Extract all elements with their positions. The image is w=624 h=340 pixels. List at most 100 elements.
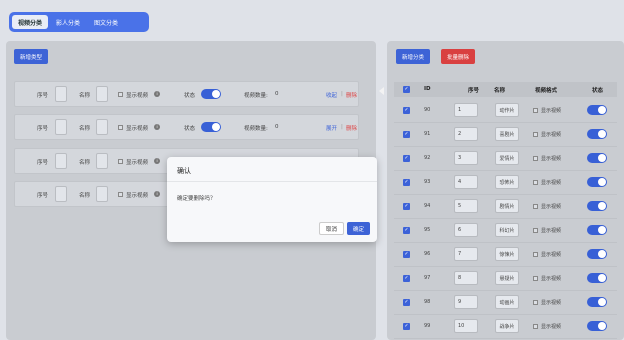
seq-input[interactable]: 10 <box>454 319 478 333</box>
show-video-checkbox[interactable] <box>118 159 123 164</box>
delete-link[interactable]: 删除 <box>346 91 357 99</box>
seq-input[interactable]: 5 <box>454 199 478 213</box>
collapse-link[interactable]: 收起 <box>326 91 337 99</box>
row-checkbox[interactable]: ✓ <box>403 275 410 282</box>
name-input[interactable]: 爱情片 <box>495 151 519 165</box>
status-toggle[interactable] <box>587 201 607 211</box>
status-toggle[interactable] <box>201 122 221 132</box>
seq-input[interactable] <box>55 153 67 169</box>
display-video-checkbox[interactable] <box>533 228 538 233</box>
name-input[interactable]: 战争片 <box>495 319 519 333</box>
name-value: 战争片 <box>499 323 515 330</box>
row-id: 93 <box>424 179 431 185</box>
show-video-label: 显示视频 <box>126 126 149 132</box>
row-checkbox[interactable]: ✓ <box>403 131 410 138</box>
confirm-button[interactable]: 确定 <box>347 222 371 235</box>
tab-article-category[interactable]: 图文分类 <box>88 15 124 29</box>
add-category-button[interactable]: 新增分类 <box>396 49 431 64</box>
tab-people-category[interactable]: 影人分类 <box>50 15 86 29</box>
select-all-checkbox[interactable]: ✓ <box>403 86 410 93</box>
seq-input[interactable]: 9 <box>454 295 478 309</box>
name-input[interactable] <box>96 153 108 169</box>
seq-input[interactable]: 7 <box>454 247 478 261</box>
display-video-checkbox[interactable] <box>533 276 538 281</box>
table-row: ✓ 95 6 科幻片 显示视频 <box>394 219 617 243</box>
collapse-arrow-icon[interactable] <box>379 87 384 95</box>
video-count-label: 视频数量: <box>244 93 268 99</box>
name-input[interactable] <box>96 119 108 135</box>
status-toggle[interactable] <box>587 129 607 139</box>
name-input[interactable] <box>96 186 108 202</box>
divider <box>167 181 377 182</box>
seq-input[interactable] <box>55 86 67 102</box>
seq-value: 5 <box>458 203 462 209</box>
info-icon: i <box>154 158 160 164</box>
row-checkbox[interactable]: ✓ <box>403 203 410 210</box>
info-icon: i <box>154 191 160 197</box>
show-video-checkbox[interactable] <box>118 125 123 130</box>
tab-video-category[interactable]: 视频分类 <box>12 15 49 29</box>
seq-input[interactable]: 6 <box>454 223 478 237</box>
row-checkbox[interactable]: ✓ <box>403 179 410 186</box>
info-icon: i <box>154 91 160 97</box>
seq-label: 序号 <box>37 160 49 166</box>
name-input[interactable]: 喜剧片 <box>495 127 519 141</box>
seq-label: 序号 <box>37 193 49 199</box>
seq-input[interactable]: 8 <box>454 271 478 285</box>
show-video-checkbox[interactable] <box>118 92 123 97</box>
table-row: ✓ 94 5 剧情片 显示视频 <box>394 195 617 219</box>
status-toggle[interactable] <box>587 105 607 115</box>
status-toggle[interactable] <box>587 153 607 163</box>
display-video-checkbox[interactable] <box>533 108 538 113</box>
seq-input[interactable] <box>55 186 67 202</box>
row-checkbox[interactable]: ✓ <box>403 323 410 330</box>
name-value: 悬疑片 <box>499 275 515 282</box>
display-video-checkbox[interactable] <box>533 132 538 137</box>
add-type-button[interactable]: 新增类型 <box>14 49 49 64</box>
name-input[interactable]: 惊悚片 <box>495 247 519 261</box>
display-video-checkbox[interactable] <box>533 156 538 161</box>
status-toggle[interactable] <box>587 225 607 235</box>
batch-delete-button[interactable]: 批量删除 <box>441 49 476 64</box>
name-value: 恐怖片 <box>499 179 515 186</box>
display-video-label: 显示视频 <box>541 252 562 258</box>
seq-input[interactable]: 1 <box>454 103 478 117</box>
name-input[interactable]: 剧情片 <box>495 199 519 213</box>
display-video-checkbox[interactable] <box>533 324 538 329</box>
display-video-checkbox[interactable] <box>533 300 538 305</box>
row-checkbox[interactable]: ✓ <box>403 251 410 258</box>
seq-input[interactable]: 2 <box>454 127 478 141</box>
seq-input[interactable]: 3 <box>454 151 478 165</box>
status-toggle[interactable] <box>587 177 607 187</box>
name-input[interactable]: 科幻片 <box>495 223 519 237</box>
cancel-button[interactable]: 取消 <box>319 222 345 235</box>
expand-link[interactable]: 展开 <box>326 124 337 132</box>
name-input[interactable] <box>96 86 108 102</box>
status-toggle[interactable] <box>587 321 607 331</box>
name-input[interactable]: 悬疑片 <box>495 271 519 285</box>
delete-link[interactable]: 删除 <box>346 124 357 132</box>
row-checkbox[interactable]: ✓ <box>403 227 410 234</box>
display-video-label: 显示视频 <box>541 204 562 210</box>
display-video-checkbox[interactable] <box>533 180 538 185</box>
table-header: ✓ ID 序号 名称 视频格式 状态 <box>394 82 617 97</box>
status-toggle[interactable] <box>587 297 607 307</box>
seq-input[interactable] <box>55 119 67 135</box>
name-input[interactable]: 动画片 <box>495 295 519 309</box>
display-video-checkbox[interactable] <box>533 252 538 257</box>
name-input[interactable]: 恐怖片 <box>495 175 519 189</box>
name-input[interactable]: 动作片 <box>495 103 519 117</box>
status-toggle[interactable] <box>587 249 607 259</box>
display-video-checkbox[interactable] <box>533 204 538 209</box>
row-checkbox[interactable]: ✓ <box>403 299 410 306</box>
status-toggle[interactable] <box>587 273 607 283</box>
header-id: ID <box>424 86 431 92</box>
show-video-checkbox[interactable] <box>118 192 123 197</box>
row-checkbox[interactable]: ✓ <box>403 155 410 162</box>
table-row: ✓ 92 3 爱情片 显示视频 <box>394 147 617 171</box>
header-name: 名称 <box>494 88 506 94</box>
seq-input[interactable]: 4 <box>454 175 478 189</box>
info-icon: i <box>154 124 160 130</box>
row-checkbox[interactable]: ✓ <box>403 107 410 114</box>
status-toggle[interactable] <box>201 89 221 99</box>
